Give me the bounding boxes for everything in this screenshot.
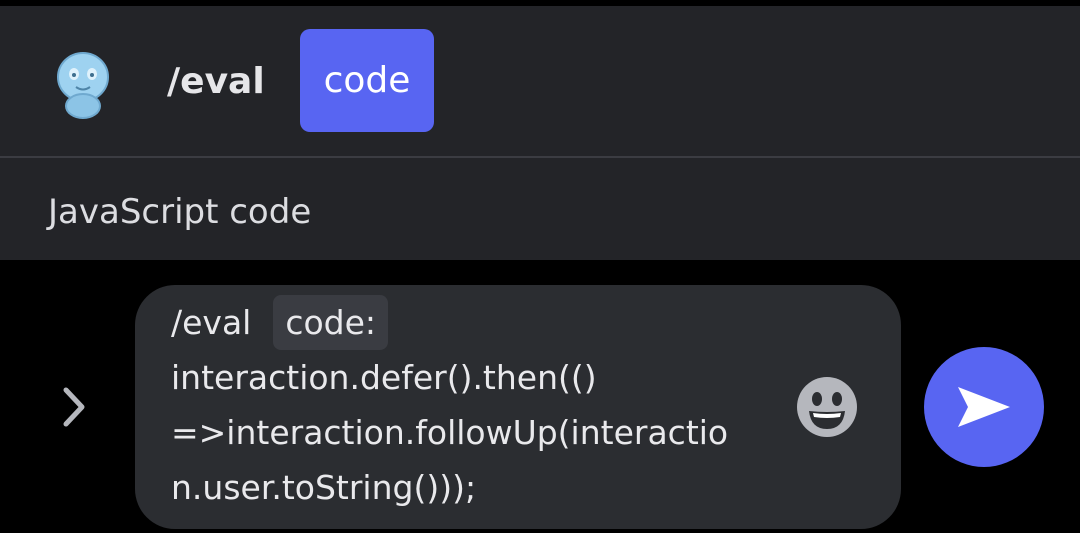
send-arrow-icon (958, 387, 1010, 427)
input-line-1: interaction.defer().then(() (171, 358, 597, 397)
bot-avatar-icon (52, 50, 114, 120)
option-chip-code[interactable]: code (300, 29, 434, 132)
input-first-line: /eval code: (171, 295, 781, 350)
divider (0, 156, 1080, 158)
command-prefix: /eval (171, 303, 252, 342)
command-suggestion-row[interactable]: /eval code (0, 6, 1080, 156)
input-line-3: n.user.toString())); (171, 468, 477, 507)
option-description: JavaScript code (48, 192, 312, 232)
command-name: /eval (167, 61, 265, 102)
message-input[interactable]: /eval code: interaction.defer().then(() =… (135, 285, 901, 529)
input-line-2: =>interaction.followUp(interactio (171, 413, 729, 452)
message-composer: /eval code: interaction.defer().then(() =… (0, 260, 1080, 533)
option-label-pill[interactable]: code: (273, 295, 389, 350)
smiley-icon[interactable] (795, 375, 859, 439)
send-button[interactable] (924, 347, 1044, 467)
message-input-text[interactable]: /eval code: interaction.defer().then(() =… (171, 295, 781, 515)
command-autocomplete-panel: /eval code JavaScript code (0, 6, 1080, 260)
chevron-right-icon[interactable] (52, 382, 96, 432)
